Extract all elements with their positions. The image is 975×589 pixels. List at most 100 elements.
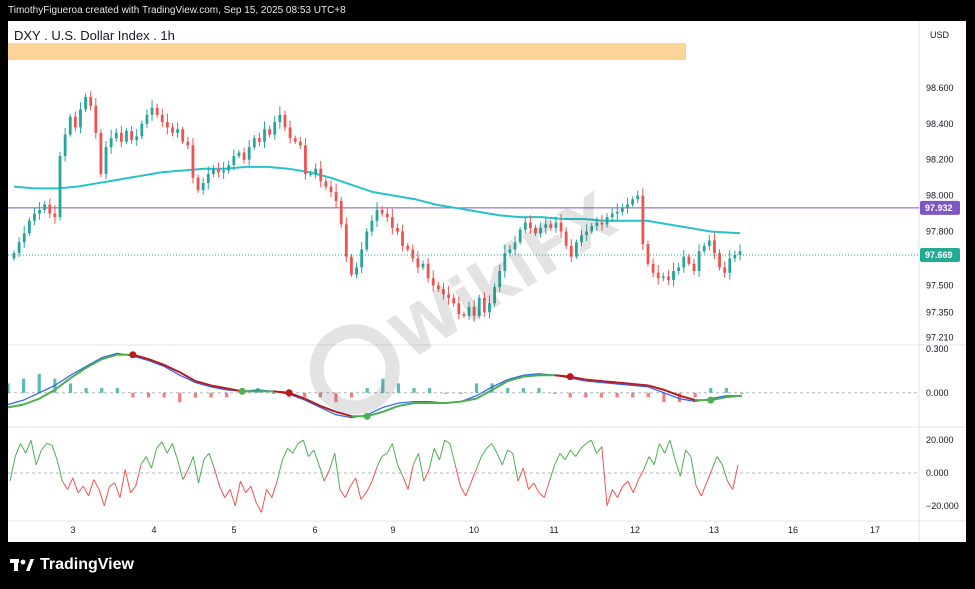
oscillator-segment xyxy=(67,477,74,490)
footer-bar: TradingView xyxy=(0,545,975,589)
candle-body xyxy=(651,263,655,273)
oscillator-segment xyxy=(365,482,372,493)
oscillator-segment xyxy=(239,481,247,493)
candle-body xyxy=(733,254,737,259)
macd-signal-segment xyxy=(445,400,461,405)
indicator-banner xyxy=(8,43,686,60)
candle-body xyxy=(702,245,706,252)
chart-frame: TimothyFigueroa created with TradingView… xyxy=(0,0,975,589)
oscillator-segment xyxy=(496,453,503,465)
candle-body xyxy=(298,141,302,146)
symbol-title[interactable]: DXY . U.S. Dollar Index . 1h xyxy=(14,28,175,43)
macd-histogram-bar xyxy=(193,392,198,398)
candle-body xyxy=(697,251,701,271)
time-tick-label: 3 xyxy=(70,525,75,535)
oscillator-segment xyxy=(192,456,200,483)
candle-body xyxy=(181,129,185,142)
candle-body xyxy=(119,132,123,142)
macd-histogram-bar xyxy=(412,388,416,393)
oscillator-segment xyxy=(334,453,341,490)
candle-body xyxy=(621,208,624,212)
oscillator-segment xyxy=(287,447,294,454)
oscillator-segment xyxy=(648,456,655,466)
candle-body xyxy=(222,170,226,173)
price-tick-label: 98.000 xyxy=(926,191,954,201)
macd-cross-dot xyxy=(238,387,246,395)
candle-body xyxy=(94,105,98,133)
candle-body xyxy=(140,123,144,137)
oscillator-segment xyxy=(732,464,739,490)
candle-body xyxy=(416,258,420,268)
oscillator-segment xyxy=(14,443,21,457)
macd-histogram-bar xyxy=(506,388,510,393)
oscillator-segment xyxy=(627,481,634,493)
candle-body xyxy=(682,256,686,268)
macd-histogram-bar xyxy=(724,388,728,393)
oscillator-segment xyxy=(407,464,414,490)
oscillator-segment xyxy=(266,489,273,498)
oscillator-segment xyxy=(711,456,718,470)
oscillator-segment xyxy=(543,481,550,498)
oscillator-segment xyxy=(360,492,367,500)
price-tick-label: 98.400 xyxy=(926,119,954,129)
oscillator-segment xyxy=(433,448,440,461)
macd-histogram-bar xyxy=(303,392,307,398)
tradingview-brand[interactable]: TradingView xyxy=(10,556,134,574)
macd-histogram-bar xyxy=(209,392,213,398)
candle-body xyxy=(385,213,389,218)
candle-body xyxy=(329,186,333,193)
macd-histogram-bar xyxy=(162,392,166,398)
oscillator-segment xyxy=(93,479,100,490)
candle-body xyxy=(211,168,215,175)
oscillator-segment xyxy=(590,439,598,454)
candle-body xyxy=(109,138,113,148)
price-tick-label: 98.600 xyxy=(926,83,954,93)
candle-body xyxy=(99,132,103,175)
candle-body xyxy=(636,195,640,200)
macd-signal-segment xyxy=(85,358,103,369)
oscillator-segment xyxy=(727,480,734,490)
candle-body xyxy=(626,204,629,209)
chart-panel[interactable]: WikiFX USD 98.600 98.400 98.200 98.000 97.80… xyxy=(8,21,966,542)
chart-canvas[interactable]: WikiFX USD 98.600 98.400 98.200 98.000 97.80… xyxy=(8,21,966,542)
macd-histogram-bar xyxy=(146,392,151,398)
oscillator-segment xyxy=(370,467,378,484)
oscillator-segment xyxy=(114,482,121,498)
candle-body xyxy=(68,116,72,135)
time-tick-label: 6 xyxy=(312,525,317,535)
oscillator-segment xyxy=(297,439,304,444)
candle-body xyxy=(38,209,41,214)
oscillator-segment xyxy=(706,469,713,484)
macd-tick-label: 0.300 xyxy=(926,344,949,354)
oscillator-segment xyxy=(533,482,540,493)
oscillator-segment xyxy=(213,467,220,487)
macd-histogram-bar xyxy=(693,392,697,398)
oscillator-segment xyxy=(72,477,79,493)
candle-body xyxy=(268,129,272,135)
candle-body xyxy=(247,147,251,160)
oscillator-segment xyxy=(674,459,681,477)
time-axis[interactable]: 3 4 5 6 9 10 11 12 13 16 17 xyxy=(70,525,880,535)
oscillator-segment xyxy=(35,449,42,465)
oscillator-pane[interactable] xyxy=(8,439,919,513)
oscillator-segment xyxy=(454,464,461,487)
macd-signal-segment xyxy=(304,397,321,407)
candle-body xyxy=(48,204,52,214)
macd-pane[interactable] xyxy=(8,351,919,420)
oscillator-segment xyxy=(617,485,624,498)
candle-body xyxy=(252,138,256,148)
candle-body xyxy=(283,114,287,128)
candle-body xyxy=(390,217,394,228)
oscillator-segment xyxy=(381,452,388,457)
candle-body xyxy=(723,267,727,273)
candle-body xyxy=(114,132,118,139)
candle-body xyxy=(288,127,292,139)
oscillator-segment xyxy=(391,443,399,465)
tradingview-logo-icon xyxy=(10,559,34,571)
candle-body xyxy=(319,168,323,182)
price-axis[interactable]: USD 98.600 98.400 98.200 98.000 97.800 97.500… xyxy=(926,30,959,511)
oscillator-segment xyxy=(161,441,168,454)
oscillator-segment xyxy=(412,453,419,465)
candle-body xyxy=(58,156,62,218)
oscillator-segment xyxy=(344,485,351,498)
